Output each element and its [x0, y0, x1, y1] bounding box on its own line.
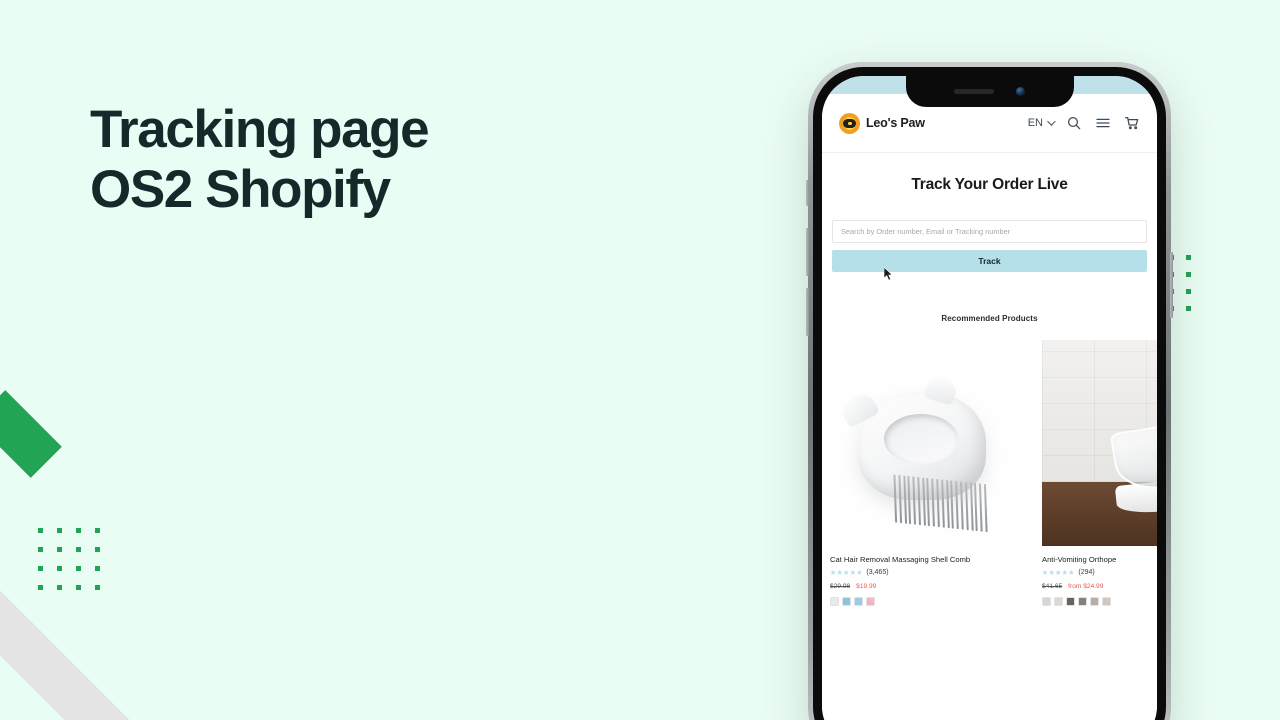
front-camera-icon — [1016, 87, 1025, 96]
product-review-count: (294) — [1078, 569, 1095, 576]
grey-diagonal-band — [0, 418, 225, 720]
dot-grid-left — [38, 528, 100, 590]
star-rating-icon — [1042, 569, 1075, 576]
hamburger-menu-icon[interactable] — [1095, 115, 1111, 131]
brand-name-label: Leo's Paw — [866, 116, 925, 130]
comb-teeth — [892, 474, 1000, 534]
product-price-original: $29.98 — [830, 583, 851, 590]
chevron-down-icon — [1047, 117, 1056, 126]
phone-notch — [905, 76, 1074, 107]
phone-volume-up-button[interactable] — [806, 228, 809, 276]
product-variant-swatches[interactable] — [830, 597, 1030, 606]
product-price-sale: from $24.99 — [1068, 583, 1104, 590]
track-button[interactable]: Track — [832, 250, 1147, 272]
variant-swatch[interactable] — [1054, 597, 1063, 606]
star-rating-icon — [830, 569, 863, 576]
header-actions: EN — [1028, 115, 1140, 131]
recommended-products-heading: Recommended Products — [941, 314, 1038, 323]
product-prices: $41.65 from $24.99 — [1042, 583, 1157, 590]
variant-swatch[interactable] — [854, 597, 863, 606]
phone-power-button[interactable] — [1170, 252, 1173, 318]
product-prices: $29.98 $19.99 — [830, 583, 1030, 590]
page-title-line-1: Tracking page — [90, 100, 430, 159]
variant-swatch[interactable] — [1066, 597, 1075, 606]
chevron-green-top-tip — [0, 390, 62, 478]
brand-logo[interactable]: Leo's Paw — [839, 112, 925, 134]
tracking-search-row: Track — [822, 220, 1157, 272]
tracking-heading: Track Your Order Live — [911, 176, 1068, 193]
recommended-products-carousel[interactable]: Cat Hair Removal Massaging Shell Comb (3… — [822, 340, 1157, 606]
product-variant-swatches[interactable] — [1042, 597, 1157, 606]
search-icon[interactable] — [1066, 115, 1082, 131]
slide-canvas: Tracking page OS2 Shopify Leo's Paw EN T… — [0, 0, 1280, 720]
variant-swatch[interactable] — [1078, 597, 1087, 606]
tracking-page-body: Track Your Order Live Track Recommended … — [822, 153, 1157, 720]
phone-mockup: Leo's Paw EN Track Your Order Live Searc… — [806, 62, 1173, 720]
product-card[interactable]: Cat Hair Removal Massaging Shell Comb (3… — [830, 340, 1030, 606]
variant-swatch[interactable] — [866, 597, 875, 606]
language-selector[interactable]: EN — [1027, 117, 1056, 129]
phone-mute-switch[interactable] — [806, 180, 809, 206]
product-image-comb[interactable] — [830, 340, 1030, 546]
variant-swatch[interactable] — [842, 597, 851, 606]
decorative-corner-graphic — [0, 390, 280, 720]
phone-bezel: Leo's Paw EN Track Your Order Live Searc… — [813, 67, 1166, 720]
product-card[interactable]: Anti-Vomiting Orthope (294) $41.65 from … — [1042, 340, 1157, 606]
cart-icon[interactable] — [1124, 115, 1140, 131]
product-price-sale: $19.99 — [856, 583, 877, 590]
product-image-bowl[interactable] — [1042, 340, 1157, 546]
product-price-original: $41.65 — [1042, 583, 1063, 590]
lion-face-icon — [839, 112, 860, 134]
phone-screen: Leo's Paw EN Track Your Order Live Searc… — [822, 76, 1157, 720]
variant-swatch[interactable] — [1090, 597, 1099, 606]
phone-volume-down-button[interactable] — [806, 288, 809, 336]
product-review-count: (3,465) — [866, 569, 889, 576]
order-search-input[interactable] — [832, 220, 1147, 243]
language-label: EN — [1027, 117, 1043, 129]
product-title[interactable]: Cat Hair Removal Massaging Shell Comb — [830, 555, 1030, 564]
variant-swatch[interactable] — [1102, 597, 1111, 606]
page-title-line-2: OS2 Shopify — [90, 159, 391, 219]
product-rating: (3,465) — [830, 569, 1030, 576]
mouse-cursor-icon — [884, 267, 894, 281]
page-title: Tracking page OS2 Shopify — [90, 100, 690, 220]
comb-handle-hole — [884, 414, 958, 464]
earpiece-speaker-icon — [954, 89, 994, 94]
product-title[interactable]: Anti-Vomiting Orthope — [1042, 555, 1157, 564]
variant-swatch[interactable] — [830, 597, 839, 606]
product-rating: (294) — [1042, 569, 1157, 576]
variant-swatch[interactable] — [1042, 597, 1051, 606]
